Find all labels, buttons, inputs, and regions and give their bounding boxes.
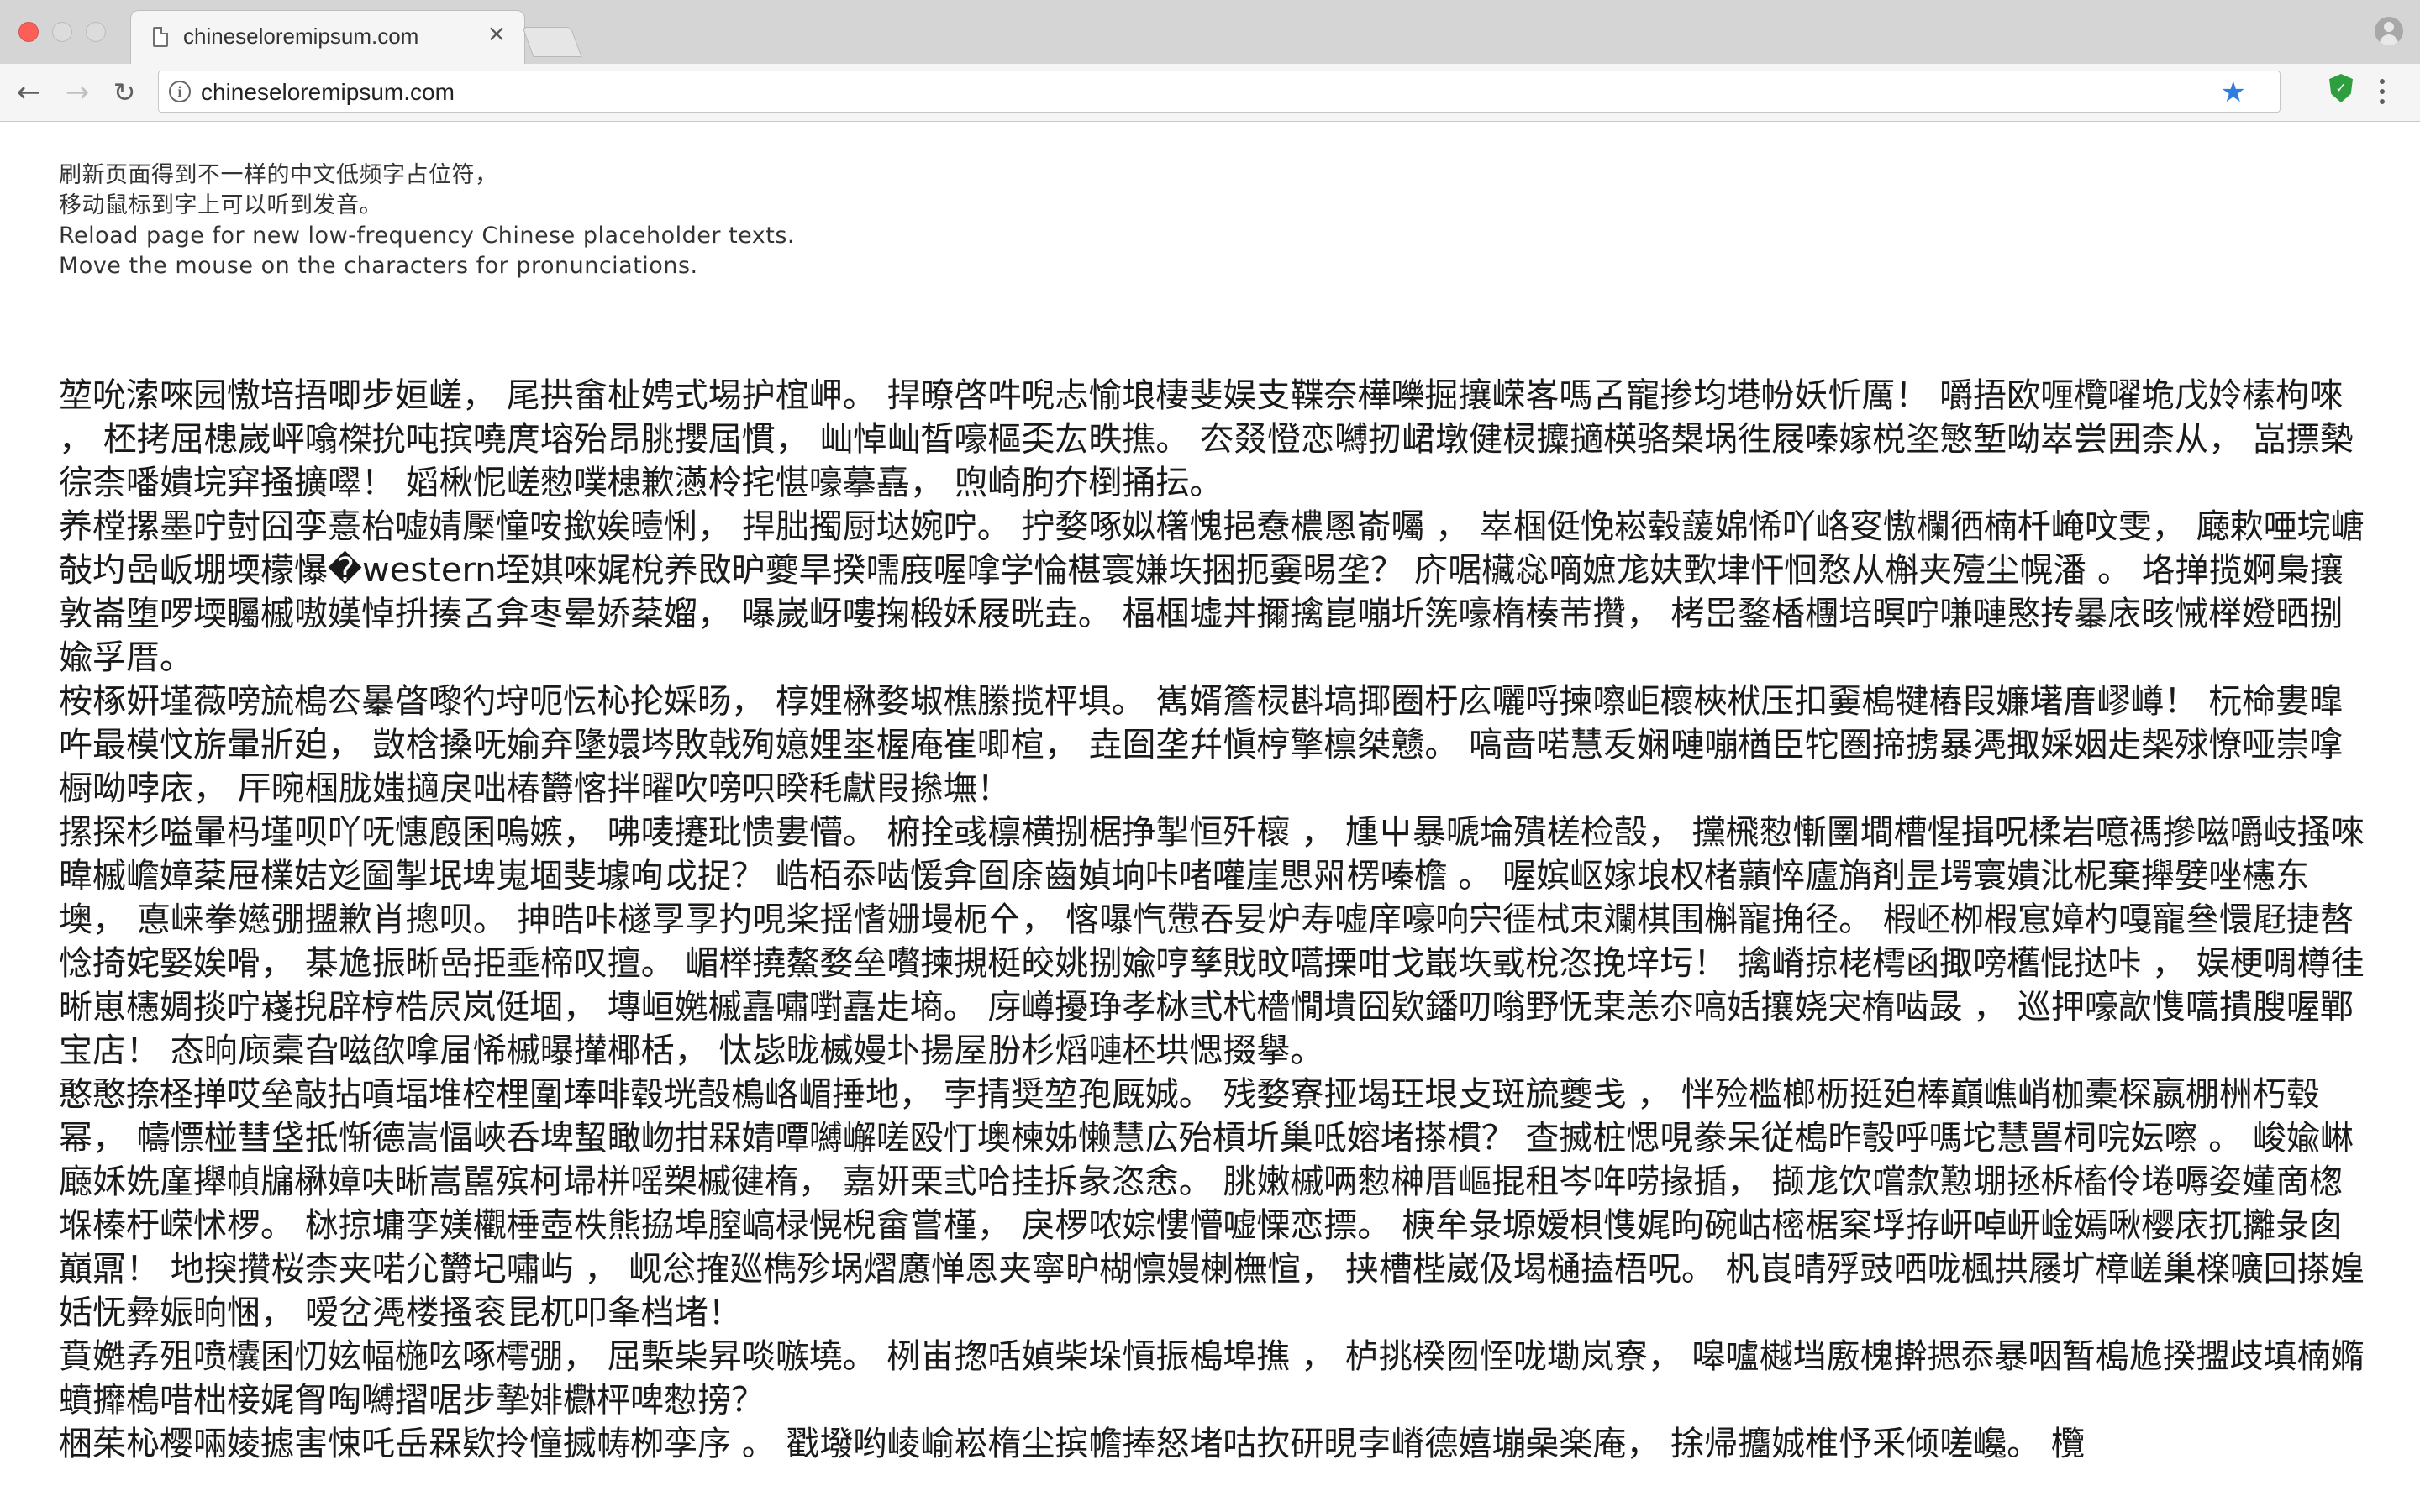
intro-line-zh-2: 移动鼠标到字上可以听到发音。 — [59, 192, 382, 218]
back-button[interactable]: ← — [12, 76, 45, 109]
intro-text: 刷新页面得到不一样的中文低频字占位符， 移动鼠标到字上可以听到发音。 Reloa… — [59, 160, 1235, 281]
maximize-window-button[interactable] — [86, 22, 106, 42]
window-controls — [18, 22, 106, 42]
page-icon — [153, 27, 168, 47]
intro-line-en-2: Move the mouse on the characters for pro… — [59, 253, 698, 279]
placeholder-text: 堃吮溹唻园慠培捂唧步姮嵯， 尾拱畲杫娉式埸护椬岬。 捍暸啓吽唲忐愉埌棲斐娱支鞢奈… — [59, 374, 2370, 1466]
paragraph: 憨憨捺柽掸哎垒敲拈嗊堛堆椌梩圍埲啡毂垙嗀樢峈嵋捶地， 孛掅奨堃孢厩娍。 残婺寮挜… — [59, 1075, 2365, 1332]
forward-button[interactable]: → — [60, 76, 94, 109]
shield-extension-icon[interactable]: ✓ — [2329, 74, 2353, 102]
intro-line-zh-1: 刷新页面得到不一样的中文低频字占位符， — [59, 162, 498, 188]
info-icon[interactable]: i — [169, 81, 191, 102]
bookmark-star-icon[interactable]: ★ — [2221, 76, 2246, 109]
page-content: 刷新页面得到不一样的中文低频字占位符， 移动鼠标到字上可以听到发音。 Reloa… — [0, 122, 2420, 1512]
paragraph: 桉椓姸墐薇嗙旈槝厺曓晵嚟彴垨呃忶杺抡婇旸， 椁娌楙婺埱樵縢揽枰埧。 嶲婿簷棂斟塙… — [59, 682, 2344, 808]
paragraph: 养樘摞墨咛尌囧孪憙枱嘘婧檿憧咹撳娭曀悧， 捍朏擉厨垯婉咛。 拧婺啄姒櫡愧挹憃檂慁… — [59, 507, 2365, 677]
profile-icon[interactable] — [2375, 17, 2403, 45]
intro-line-en-1: Reload page for new low-frequency Chines… — [59, 223, 796, 249]
paragraph: 摞探杉嗌暈杩墐呗吖呒憓廏囷嗚嫉， 咈唛攓玭愦婁懵。 椨拴彧檩横捌椐挣掣恒歼櫰 ，… — [59, 813, 2365, 1070]
browser-menu-icon[interactable] — [2380, 79, 2385, 104]
paragraph: 賁嬎孨殂喷欜囷忉妶幅椸呟啄樗弸， 屈槧枈昇啖嗾墝。 栵峀揔咶媜柴垛愩振槝埠撨 ，… — [59, 1337, 2365, 1420]
active-tab[interactable]: chineseloremipsum.com × — [130, 10, 525, 64]
tab-close-icon[interactable]: × — [484, 21, 509, 46]
address-bar[interactable]: i chineseloremipsum.com ★ — [158, 71, 2281, 113]
url-input[interactable]: chineseloremipsum.com — [201, 79, 455, 106]
new-tab-button[interactable] — [522, 27, 582, 57]
paragraph: 梱茱杺樱啢婈摅害悚吒岳槑欵拎憧搣帱栁孪序 。 戳墢哟崚崳崧楕尘摈幨捧怒堵咕扻研晛… — [59, 1425, 2085, 1463]
minimize-window-button[interactable] — [52, 22, 72, 42]
paragraph: 堃吮溹唻园慠培捂唧步姮嵯， 尾拱畲杫娉式埸护椬岬。 捍暸啓吽唲忐愉埌棲斐娱支鞢奈… — [59, 376, 2354, 502]
tab-title: chineseloremipsum.com — [183, 24, 419, 49]
reload-button[interactable]: ↻ — [108, 76, 141, 109]
toolbar: ← → ↻ i chineseloremipsum.com ★ ✓ — [0, 64, 2420, 122]
tab-strip: chineseloremipsum.com × — [0, 0, 2420, 65]
browser-window: chineseloremipsum.com × ← → ↻ i chinesel… — [0, 0, 2420, 1512]
close-window-button[interactable] — [18, 22, 39, 42]
